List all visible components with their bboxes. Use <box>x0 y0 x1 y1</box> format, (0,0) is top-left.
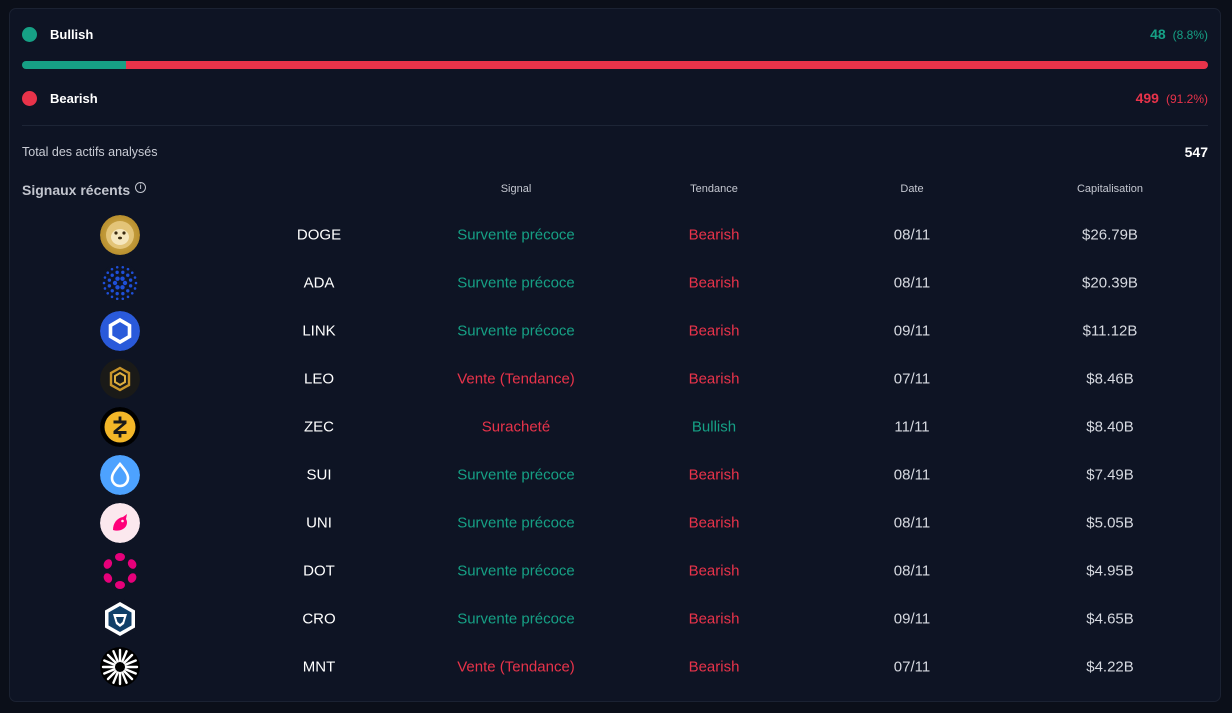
asset-symbol: LINK <box>302 322 336 340</box>
header-capitalisation: Capitalisation <box>1076 183 1144 195</box>
signal-value: Survente précoce <box>457 610 575 628</box>
section-title-text: Signaux récents <box>22 182 131 198</box>
sentiment-bar <box>22 61 1208 69</box>
signal-value: Survente précoce <box>457 322 575 340</box>
date-value: 09/11 <box>893 610 931 628</box>
table-row[interactable]: LINK Survente précoce Bearish 09/11 $11.… <box>10 307 1220 355</box>
trend-value: Bearish <box>688 514 740 532</box>
signal-value: Survente précoce <box>457 466 575 484</box>
date-value: 07/11 <box>893 658 931 676</box>
signal-value: Survente précoce <box>457 562 575 580</box>
divider <box>22 125 1208 126</box>
asset-symbol: ADA <box>303 274 335 292</box>
date-value: 07/11 <box>893 370 931 388</box>
table-row[interactable]: MNT Vente (Tendance) Bearish 07/11 $4.22… <box>10 643 1220 691</box>
table-row[interactable]: UNI Survente précoce Bearish 08/11 $5.05… <box>10 499 1220 547</box>
link-logo <box>100 311 140 351</box>
asset-symbol: MNT <box>302 658 336 676</box>
table-row[interactable]: ZEC Suracheté Bullish 11/11 $8.40B <box>10 403 1220 451</box>
table-row[interactable]: CRO Survente précoce Bearish 09/11 $4.65… <box>10 595 1220 643</box>
doge-logo <box>100 215 140 255</box>
date-value: 09/11 <box>893 322 931 340</box>
signal-value: Survente précoce <box>457 514 575 532</box>
header-signal: Signal <box>500 183 532 195</box>
bullish-dot-icon <box>22 26 37 42</box>
bearish-legend: Bearish 499 (91.2%) <box>22 88 1208 108</box>
cap-value: $8.46B <box>1086 370 1134 388</box>
info-icon[interactable]: i <box>135 181 147 193</box>
asset-symbol: DOT <box>303 562 335 580</box>
asset-symbol: SUI <box>306 466 332 484</box>
bullish-legend: Bullish 48 (8.8%) <box>22 24 1208 44</box>
asset-symbol: ZEC <box>304 418 334 436</box>
signal-value: Suracheté <box>481 418 551 436</box>
trend-value: Bearish <box>688 226 740 244</box>
header-date: Date <box>900 183 924 195</box>
signals-panel: Bullish 48 (8.8%) Bearish 499 (91.2%) To… <box>9 8 1221 702</box>
trend-value: Bearish <box>688 466 740 484</box>
date-value: 08/11 <box>893 562 931 580</box>
total-label: Total des actifs analysés <box>22 145 158 159</box>
trend-value: Bearish <box>688 274 740 292</box>
table-row[interactable]: DOGE Survente précoce Bearish 08/11 $26.… <box>10 211 1220 259</box>
bullish-label: Bullish <box>50 26 94 42</box>
total-row: Total des actifs analysés 547 <box>22 142 1208 162</box>
bearish-pct: (91.2%) <box>1165 92 1208 106</box>
trend-value: Bearish <box>688 322 740 340</box>
signal-value: Vente (Tendance) <box>457 370 575 388</box>
cap-value: $26.79B <box>1082 226 1138 244</box>
dot-logo <box>100 551 140 591</box>
cap-value: $7.49B <box>1086 466 1134 484</box>
trend-value: Bearish <box>688 658 740 676</box>
cap-value: $4.65B <box>1086 610 1134 628</box>
trend-value: Bearish <box>688 562 740 580</box>
bearish-count: 499 <box>1135 90 1159 106</box>
sui-logo <box>100 455 140 495</box>
asset-symbol: LEO <box>303 370 335 388</box>
date-value: 08/11 <box>893 514 931 532</box>
table-row[interactable]: ADA Survente précoce Bearish 08/11 $20.3… <box>10 259 1220 307</box>
signal-value: Survente précoce <box>457 274 575 292</box>
leo-logo <box>100 359 140 399</box>
cap-value: $4.22B <box>1086 658 1134 676</box>
asset-symbol: UNI <box>306 514 332 532</box>
trend-value: Bearish <box>688 610 740 628</box>
asset-symbol: CRO <box>302 610 336 628</box>
bearish-label: Bearish <box>50 90 98 106</box>
date-value: 11/11 <box>894 418 930 436</box>
table-row[interactable]: SUI Survente précoce Bearish 08/11 $7.49… <box>10 451 1220 499</box>
bullish-count: 48 <box>1150 26 1166 42</box>
cap-value: $4.95B <box>1086 562 1134 580</box>
asset-symbol: DOGE <box>296 226 342 244</box>
header-tendance: Tendance <box>690 183 738 195</box>
bullish-bar-fill <box>22 61 127 69</box>
date-value: 08/11 <box>893 466 931 484</box>
cap-value: $11.12B <box>1082 322 1138 340</box>
ada-logo <box>100 263 140 303</box>
table-row[interactable]: LEO Vente (Tendance) Bearish 07/11 $8.46… <box>10 355 1220 403</box>
bearish-dot-icon <box>22 90 37 106</box>
trend-value: Bearish <box>688 370 740 388</box>
section-title: Signaux récents i <box>22 181 147 198</box>
total-value: 547 <box>1184 144 1208 160</box>
uni-logo <box>100 503 140 543</box>
date-value: 08/11 <box>893 274 931 292</box>
signal-value: Survente précoce <box>457 226 575 244</box>
cap-value: $8.40B <box>1086 418 1134 436</box>
bullish-pct: (8.8%) <box>1172 28 1208 42</box>
signal-value: Vente (Tendance) <box>457 658 575 676</box>
table-row[interactable]: DOT Survente précoce Bearish 08/11 $4.95… <box>10 547 1220 595</box>
trend-value: Bullish <box>691 418 737 436</box>
cap-value: $20.39B <box>1082 274 1138 292</box>
mnt-logo <box>100 647 140 687</box>
zec-logo <box>100 407 140 447</box>
cro-logo <box>100 599 140 639</box>
bearish-bar-fill <box>126 61 1208 69</box>
cap-value: $5.05B <box>1086 514 1134 532</box>
date-value: 08/11 <box>893 226 931 244</box>
